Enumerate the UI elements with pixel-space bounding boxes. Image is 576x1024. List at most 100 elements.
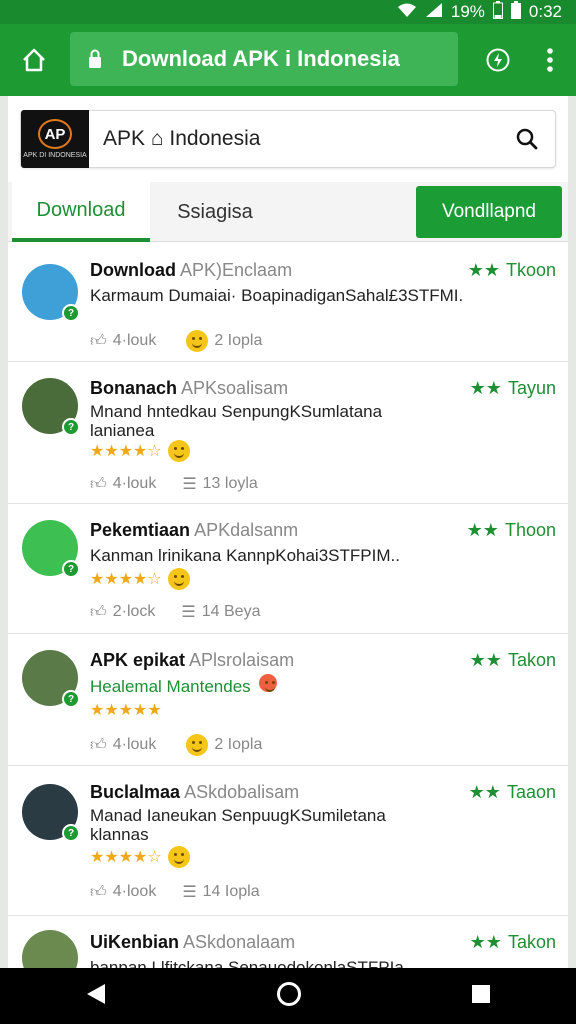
logo-mark: AP [38,119,72,149]
home-button[interactable] [0,24,68,96]
item-description-text: Healemal Mantendes [90,677,251,696]
item-meta: ASkdobalisam [184,782,300,802]
menu-button[interactable] [524,24,576,96]
rating-tag: ★★ Taaon [469,782,556,803]
star-rating: ★★★★☆ [90,568,190,590]
more-vert-icon [547,48,553,72]
smiley-icon [167,568,190,590]
like-icon[interactable]: 👍︎ [90,475,107,494]
list-item[interactable]: ? Buclalmaa ASkdobalisam ★★ Taaon Manad … [8,766,568,916]
item-meta: APKdalsanm [194,520,299,540]
stars-icon: ★★ [467,260,500,280]
list-item[interactable]: ? Pekemtiaan APKdalsanm ★★ Thoon Kanman … [8,504,568,634]
item-name: Pekemtiaan [90,520,191,540]
search-icon [516,128,538,150]
smiley-icon [186,330,209,352]
item-name: Buclalmaa [90,782,181,802]
battery-percent: 19% [450,2,485,21]
search-button[interactable] [499,110,555,168]
item-actions: 👍︎ 4·look ☰ 14 Iopla [90,882,260,902]
item-description: Karmaum Dumaiai· BoapinadiganSahal£3STFM… [90,286,464,305]
like-icon[interactable]: 👍︎ [90,883,107,902]
avatar: ? [22,784,80,842]
item-actions: 👍︎ 2·lock ☰ 14 Beya [90,602,260,622]
item-name: APK epikat [90,650,186,670]
item-title: Pekemtiaan APKdalsanm [90,520,298,541]
signal-icon [425,2,443,23]
smiley-icon [186,734,209,756]
download-button[interactable]: Vondllapnd [416,186,562,238]
home-nav-button[interactable] [276,981,302,1012]
wifi-icon [397,2,417,23]
item-actions: 👍︎ 4·louk 2 Iopla [90,330,262,352]
recents-button[interactable] [471,984,491,1009]
item-actions: 👍︎ 4·louk 2 Iopla [90,734,262,756]
avatar: ? [22,520,80,578]
item-actions: 👍︎ 4·louk ☰ 13 loyla [90,474,258,494]
comment-icon[interactable]: ☰ [182,474,196,494]
avatar: ? [22,650,80,708]
site-logo[interactable]: AP APK DI INDONESIA [21,110,89,168]
tab-ssiagisa[interactable]: Ssiagisa [150,182,280,242]
site-search-input[interactable]: APK ⌂ Indonesia [89,127,499,151]
comment-count: 14 Beya [201,603,261,620]
rating-tag: ★★ Takon [470,932,556,953]
avatar: ? [22,378,80,436]
list-item[interactable]: ? Download APK)Enclaam ★★ Tkoon Karmaum … [8,244,568,362]
star-icons: ★★★★★ [90,702,162,719]
list-item[interactable]: ? Bonanach APKsoalisam ★★ Tayun Mnand hn… [8,362,568,504]
home-icon [23,48,45,72]
star-icons: ★★★★☆ [90,443,162,460]
item-meta: ASkdonalaam [183,932,296,952]
item-description: Manad Ianeukan SenpuugKSumiletana klanna… [90,806,386,844]
list-item[interactable]: UiKenbian ASkdonalaam ★★ Takon banpan Ll… [8,916,568,968]
item-title: Download APK)Enclaam [90,260,292,281]
rating-tag: ★★ Tkoon [468,260,556,281]
stars-icon: ★★ [469,650,502,670]
stars-icon: ★★ [466,520,499,540]
browser-toolbar: Download APK i Indonesia [0,24,576,96]
url-title: Download APK i Indonesia [122,46,400,71]
smiley-icon [259,674,278,692]
item-description: Healemal Mantendes [90,674,550,696]
item-meta: APKsoalisam [181,378,289,398]
avatar [22,930,78,968]
battery-icon [492,0,503,24]
item-title: Bonanach APKsoalisam [90,378,288,399]
data-saver-button[interactable] [472,24,524,96]
list-item[interactable]: ? APK epikat APlsrolaisam ★★ Takon Heale… [8,634,568,766]
comment-icon[interactable]: ☰ [181,602,195,622]
stars-icon: ★★ [468,782,501,802]
url-bar[interactable]: Download APK i Indonesia [70,32,458,86]
stars-icon: ★★ [469,932,502,952]
item-name: Bonanach [90,378,178,398]
back-button[interactable] [85,982,107,1011]
lock-icon [88,49,102,69]
page-content: AP APK DI INDONESIA APK ⌂ Indonesia Down… [8,96,568,968]
item-description: Kanman lrinikana KannpKohai3STFPIM.. [90,546,400,565]
rating-label: Taaon [506,782,556,802]
app-list: ? Download APK)Enclaam ★★ Tkoon Karmaum … [8,244,568,968]
tab-download[interactable]: Download [12,182,150,242]
like-icon[interactable]: 👍︎ [90,332,107,351]
clock: 0:32 [528,2,562,21]
star-rating: ★★★★★ [90,700,162,720]
comment-icon[interactable]: ☰ [182,882,196,902]
item-description: Mnand hntedkau SenpungKSumlatana laniane… [90,402,383,440]
comment-count: 13 loyla [202,475,258,492]
like-count: 2·lock [112,603,156,620]
like-icon[interactable]: 👍︎ [90,736,107,755]
like-icon[interactable]: 👍︎ [90,603,107,622]
recents-icon [472,984,491,1003]
item-description: banpan Llfitckana SenauodokonlaSTFPIa [90,958,404,968]
star-rating: ★★★★☆ [90,846,190,868]
comment-count: 2 Iopla [214,332,263,349]
item-name: Download [90,260,176,280]
rating-label: Takon [507,650,556,670]
rating-tag: ★★ Thoon [467,520,556,541]
item-meta: APlsrolaisam [189,650,295,670]
item-name: UiKenbian [90,932,180,952]
lightning-icon [486,48,510,72]
back-icon [86,983,105,1004]
rating-label: Tayun [507,378,556,398]
